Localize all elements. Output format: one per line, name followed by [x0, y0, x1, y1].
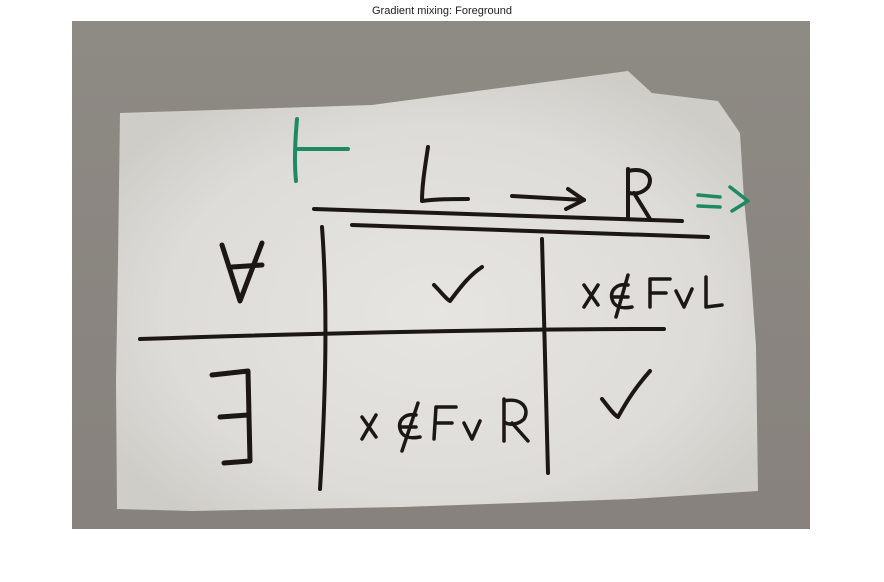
figure-title: Gradient mixing: Foreground [371, 5, 512, 17]
photo-panel [72, 21, 810, 529]
handwritten-table-photo [116, 71, 758, 511]
